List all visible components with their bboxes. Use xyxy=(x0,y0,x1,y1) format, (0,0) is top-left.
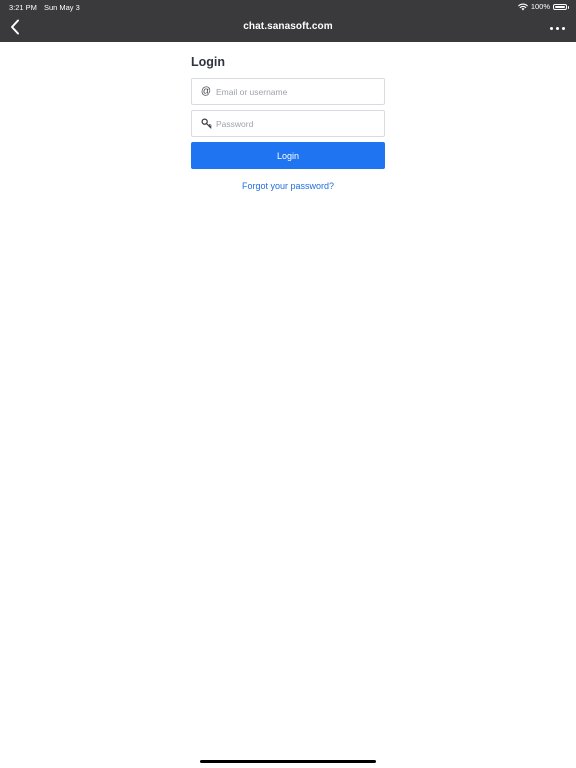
key-icon xyxy=(200,117,212,130)
more-options-button[interactable] xyxy=(546,18,568,38)
forgot-password-link[interactable]: Forgot your password? xyxy=(191,181,385,191)
status-bar: 3:21 PM Sun May 3 100% xyxy=(0,0,576,14)
browser-top-bar: 3:21 PM Sun May 3 100% chat.sanasoft.com xyxy=(0,0,576,42)
battery-icon xyxy=(553,3,569,10)
status-date: Sun May 3 xyxy=(43,3,80,12)
more-horizontal-icon xyxy=(549,26,553,30)
status-time: 3:21 PM xyxy=(9,3,37,12)
at-sign-icon: @ xyxy=(200,86,212,97)
login-title: Login xyxy=(191,55,226,69)
status-right: 100% xyxy=(518,2,569,11)
wifi-icon xyxy=(518,3,528,10)
password-field-container xyxy=(191,110,385,137)
more-horizontal-icon-dot xyxy=(555,26,559,30)
login-form: Login @ Login Forgot your password? xyxy=(191,52,385,191)
status-left: 3:21 PM Sun May 3 xyxy=(9,3,87,12)
more-horizontal-icon-dot xyxy=(561,26,565,30)
login-button[interactable]: Login xyxy=(191,142,385,169)
password-input[interactable] xyxy=(216,111,380,136)
email-input[interactable] xyxy=(216,79,380,104)
page-url-title: chat.sanasoft.com xyxy=(243,21,333,32)
email-field-container: @ xyxy=(191,78,385,105)
nav-bar: chat.sanasoft.com xyxy=(0,14,576,42)
battery-percent: 100% xyxy=(530,2,550,11)
home-indicator[interactable] xyxy=(200,760,376,763)
battery-fill xyxy=(555,5,565,8)
